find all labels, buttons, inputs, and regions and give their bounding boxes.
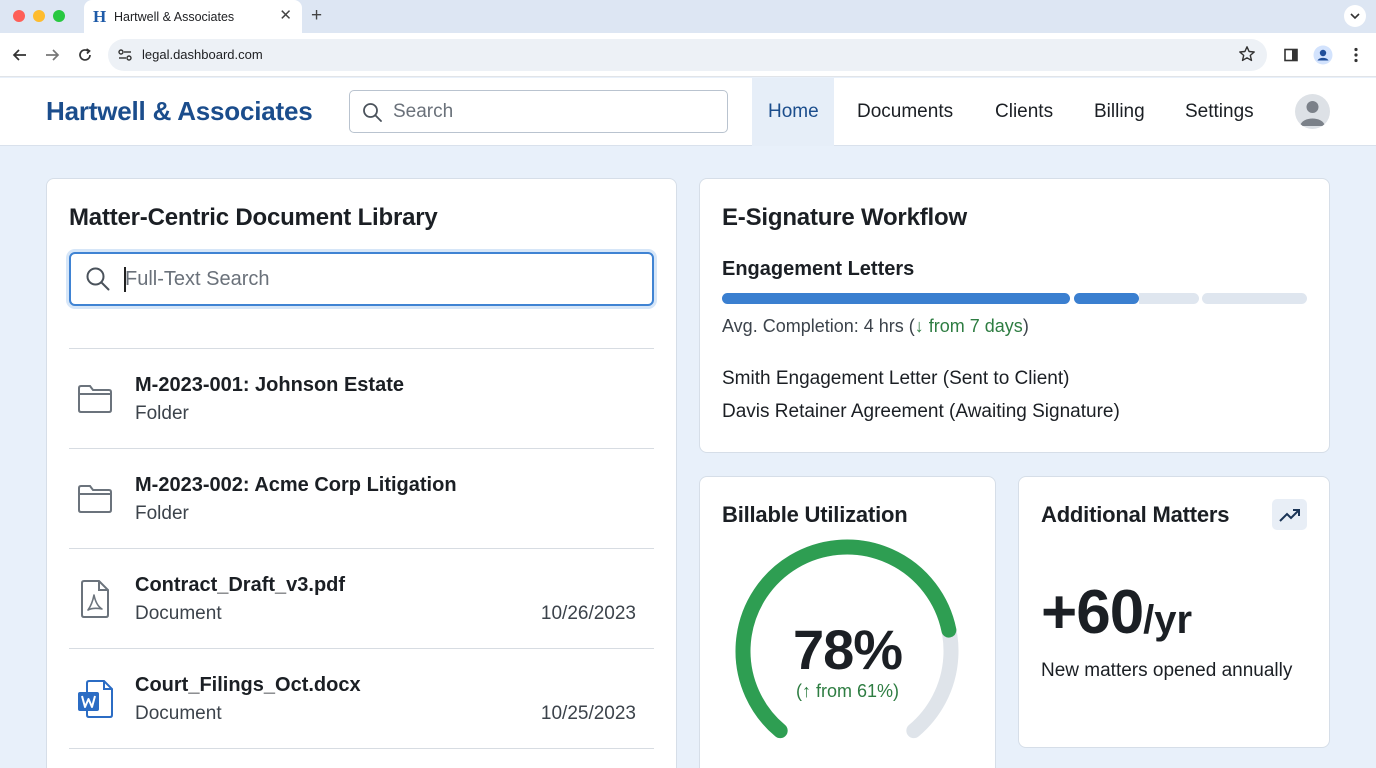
progress-track — [1202, 293, 1307, 304]
library-item-document[interactable]: Court_Filings_Oct.docx Document 10/25/20… — [69, 648, 654, 748]
library-item-type: Folder — [135, 403, 189, 424]
library-item-date: 10/26/2023 — [540, 603, 636, 624]
side-panel-icon — [1284, 48, 1298, 62]
additional-matters-value: +60/yr — [1041, 577, 1192, 648]
additional-matters-card: Additional Matters +60/yr New matters op… — [1018, 476, 1330, 748]
utilization-delta: (↑ from 61%) — [795, 681, 900, 701]
user-avatar[interactable] — [1295, 94, 1330, 129]
global-search-input[interactable] — [393, 99, 713, 125]
signature-item[interactable]: Smith Engagement Letter (Sent to Client) — [722, 368, 1069, 390]
nav-documents[interactable]: Documents — [841, 78, 969, 146]
library-item-type: Document — [135, 703, 222, 724]
browser-tab-strip: H Hartwell & Associates ✕ + — [0, 0, 1376, 33]
search-icon — [86, 267, 110, 291]
full-text-search[interactable] — [69, 252, 654, 306]
utilization-value: 78% — [792, 618, 903, 681]
reload-icon — [79, 48, 91, 61]
bookmark-star-icon[interactable] — [1238, 45, 1256, 63]
search-icon — [363, 103, 382, 122]
library-item-name: M-2023-001: Johnson Estate — [135, 374, 404, 396]
additional-matters-unit: /yr — [1143, 598, 1193, 642]
library-item-date: 10/25/2023 — [540, 703, 636, 724]
library-item-name: M-2023-002: Acme Corp Litigation — [135, 474, 457, 496]
nav-documents-label: Documents — [857, 101, 954, 122]
library-item-type: Folder — [135, 503, 189, 524]
library-item-name: Contract_Draft_v3.pdf — [135, 574, 346, 596]
global-search[interactable] — [349, 90, 728, 133]
browser-toolbar: legal.dashboard.com — [0, 33, 1376, 77]
utilization-card: Billable Utilization 78% (↑ from 61%) — [699, 476, 996, 768]
trending-up-icon — [1278, 508, 1300, 522]
nav-home-label: Home — [768, 101, 819, 122]
minimize-window-button[interactable] — [33, 10, 45, 22]
more-vertical-icon — [1354, 47, 1358, 63]
library-item-type: Document — [135, 603, 222, 624]
side-panel-button[interactable] — [1281, 45, 1301, 65]
folder-icon — [77, 481, 113, 517]
tab-close-icon[interactable]: ✕ — [279, 8, 292, 24]
additional-matters-description: New matters opened annually — [1041, 660, 1293, 681]
profile-button[interactable] — [1313, 45, 1333, 65]
app-header: Hartwell & Associates Home Documents Cli… — [0, 78, 1376, 146]
maximize-window-button[interactable] — [53, 10, 65, 22]
signature-item[interactable]: Davis Retainer Agreement (Awaiting Signa… — [722, 401, 1120, 423]
esignature-card: E-Signature Workflow Engagement Letters … — [699, 178, 1330, 453]
chevron-down-icon — [1350, 13, 1360, 20]
esignature-subtitle: Engagement Letters — [722, 258, 915, 280]
nav-billing-label: Billing — [1094, 101, 1145, 122]
full-text-search-input[interactable] — [125, 266, 635, 292]
nav-settings[interactable]: Settings — [1169, 78, 1270, 146]
favicon-icon: H — [93, 6, 107, 26]
nav-home[interactable]: Home — [752, 78, 834, 146]
tab-search-button[interactable] — [1344, 5, 1366, 27]
brand-logo[interactable]: Hartwell & Associates — [46, 96, 313, 127]
library-item-folder[interactable]: M-2023-001: Johnson Estate Folder — [69, 348, 654, 448]
avg-completion-delta: ↓ from 7 days — [914, 316, 1023, 336]
avg-completion-close: ) — [1022, 316, 1029, 336]
additional-matters-title: Additional Matters — [1041, 502, 1230, 527]
user-avatar-icon — [1300, 101, 1325, 126]
list-divider — [69, 748, 654, 749]
forward-button[interactable] — [42, 45, 62, 65]
browser-menu-button[interactable] — [1346, 45, 1366, 65]
reload-button[interactable] — [75, 45, 95, 65]
avg-completion-label: Avg. Completion: 4 hrs ( — [722, 316, 915, 336]
address-bar[interactable]: legal.dashboard.com — [108, 39, 1267, 71]
document-library-title: Matter-Centric Document Library — [69, 204, 438, 231]
close-window-button[interactable] — [13, 10, 25, 22]
browser-tab-active[interactable]: H Hartwell & Associates ✕ — [84, 0, 302, 33]
progress-segment-completed — [722, 293, 1070, 304]
new-tab-icon[interactable]: + — [311, 5, 322, 27]
esignature-title: E-Signature Workflow — [722, 204, 967, 231]
library-item-folder[interactable]: M-2023-002: Acme Corp Litigation Folder — [69, 448, 654, 548]
word-icon — [77, 680, 113, 718]
arrow-right-icon — [46, 49, 60, 61]
site-info-icon[interactable] — [117, 47, 133, 63]
progress-track — [1139, 293, 1199, 304]
library-item-name: Court_Filings_Oct.docx — [135, 674, 361, 696]
nav-clients-label: Clients — [995, 101, 1054, 122]
url-text: legal.dashboard.com — [142, 47, 263, 62]
additional-matters-number: +60 — [1041, 578, 1144, 647]
nav-billing[interactable]: Billing — [1078, 78, 1161, 146]
nav-clients[interactable]: Clients — [979, 78, 1069, 146]
utilization-title: Billable Utilization — [722, 502, 908, 527]
nav-settings-label: Settings — [1185, 101, 1254, 122]
document-library-card: Matter-Centric Document Library M-2023-0… — [46, 178, 677, 768]
progress-segment-pending — [1074, 293, 1139, 304]
back-button[interactable] — [10, 45, 30, 65]
profile-icon — [1313, 45, 1333, 65]
folder-icon — [77, 381, 113, 417]
avg-completion: Avg. Completion: 4 hrs (↓ from 7 days) — [722, 316, 1029, 337]
pdf-icon — [77, 580, 113, 618]
arrow-left-icon — [12, 49, 26, 61]
tab-title: Hartwell & Associates — [114, 9, 235, 24]
trend-button[interactable] — [1272, 499, 1307, 530]
library-item-document[interactable]: Contract_Draft_v3.pdf Document 10/26/202… — [69, 548, 654, 648]
